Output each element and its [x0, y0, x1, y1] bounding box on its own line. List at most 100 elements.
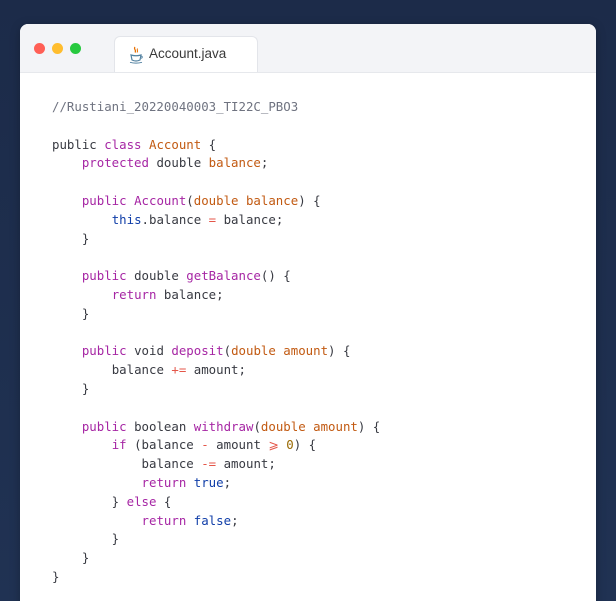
- code-line: }: [52, 568, 582, 587]
- code-token: }: [52, 568, 60, 584]
- code-token: if: [111, 437, 135, 453]
- code-token: Account: [134, 192, 187, 208]
- code-token: (: [223, 343, 232, 359]
- code-token: {: [201, 136, 217, 152]
- code-line: //Rustiani_20220040003_TI22C_PBO3: [52, 98, 582, 117]
- code-token: 0: [286, 437, 294, 453]
- code-line: if (balance - amount ⩾ 0) {: [52, 436, 582, 455]
- code-line: }: [52, 380, 582, 399]
- code-line: public boolean withdraw(double amount) {: [52, 418, 582, 437]
- code-token: double: [156, 155, 209, 171]
- code-token: Account: [148, 136, 202, 152]
- code-token: {: [156, 493, 172, 509]
- code-token: balance;: [216, 211, 284, 227]
- code-token: true: [193, 474, 224, 490]
- code-line: protected double balance;: [52, 154, 582, 173]
- code-token: balance: [141, 456, 202, 472]
- title-bar: Account.java: [20, 24, 596, 73]
- code-token: +=: [171, 362, 187, 378]
- code-token: (: [253, 418, 261, 434]
- code-token: else: [126, 493, 157, 509]
- code-token: ;: [223, 474, 232, 490]
- code-token: public: [81, 192, 135, 208]
- code-token: class: [104, 136, 149, 152]
- code-token: deposit: [171, 343, 224, 359]
- code-token: balance;: [163, 286, 224, 302]
- code-window: Account.java //Rustiani_20220040003_TI22…: [20, 24, 596, 601]
- code-token: public: [81, 268, 135, 284]
- code-token: ) {: [328, 343, 351, 359]
- code-token: return: [111, 286, 164, 302]
- code-token: return: [141, 512, 194, 528]
- code-token: }: [52, 230, 90, 246]
- code-token: -: [201, 437, 209, 453]
- maximize-window-button[interactable]: [70, 43, 81, 54]
- code-line: }: [52, 549, 582, 568]
- code-token: public: [81, 343, 135, 359]
- code-token: amount: [283, 343, 329, 359]
- code-token: ) {: [357, 418, 381, 434]
- code-line: public Account(double balance) {: [52, 192, 582, 211]
- tab-title: Account.java: [149, 46, 227, 61]
- code-token: () {: [260, 268, 291, 284]
- code-token: }: [52, 531, 120, 547]
- code-token: return: [141, 474, 194, 490]
- code-line: }: [52, 530, 582, 549]
- code-token: .balance: [141, 211, 209, 227]
- code-editor[interactable]: //Rustiani_20220040003_TI22C_PBO3 public…: [52, 98, 582, 587]
- code-line: }: [52, 230, 582, 249]
- code-token: double: [193, 192, 246, 208]
- minimize-window-button[interactable]: [52, 43, 63, 54]
- code-token: ;: [260, 155, 269, 171]
- code-token: }: [52, 380, 90, 396]
- code-token: public: [52, 136, 105, 152]
- code-token: ) {: [293, 437, 317, 453]
- code-token: balance: [111, 362, 172, 378]
- code-line: public class Account {: [52, 136, 582, 155]
- code-line: balance += amount;: [52, 361, 582, 380]
- code-token: public: [81, 418, 135, 434]
- code-token: getBalance: [186, 268, 261, 284]
- code-token: amount;: [186, 362, 246, 378]
- code-token: }: [52, 493, 127, 509]
- code-line: balance -= amount;: [52, 455, 582, 474]
- code-line: this.balance = balance;: [52, 211, 582, 230]
- code-line: return balance;: [52, 286, 582, 305]
- code-line: }: [52, 305, 582, 324]
- code-token: boolean: [134, 418, 194, 434]
- close-window-button[interactable]: [34, 43, 45, 54]
- code-token: protected: [81, 155, 157, 171]
- code-token: }: [52, 305, 90, 321]
- code-token: double: [231, 343, 284, 359]
- code-token: ;: [231, 512, 239, 528]
- code-token: amount;: [216, 456, 276, 472]
- code-line: public void deposit(double amount) {: [52, 342, 582, 361]
- tab-account-java[interactable]: Account.java: [114, 36, 258, 72]
- code-token: (balance: [134, 437, 202, 453]
- code-token: ⩾: [268, 437, 279, 453]
- code-token: -=: [201, 456, 217, 472]
- code-token: void: [134, 343, 172, 359]
- code-token: }: [52, 550, 90, 566]
- code-line: return false;: [52, 512, 582, 531]
- code-token: (: [186, 192, 194, 208]
- code-token: false: [193, 512, 232, 528]
- code-token: amount: [208, 437, 269, 453]
- java-icon: [128, 46, 144, 64]
- code-token: this: [111, 211, 142, 227]
- code-token: double: [260, 418, 314, 434]
- code-token: amount: [313, 418, 358, 434]
